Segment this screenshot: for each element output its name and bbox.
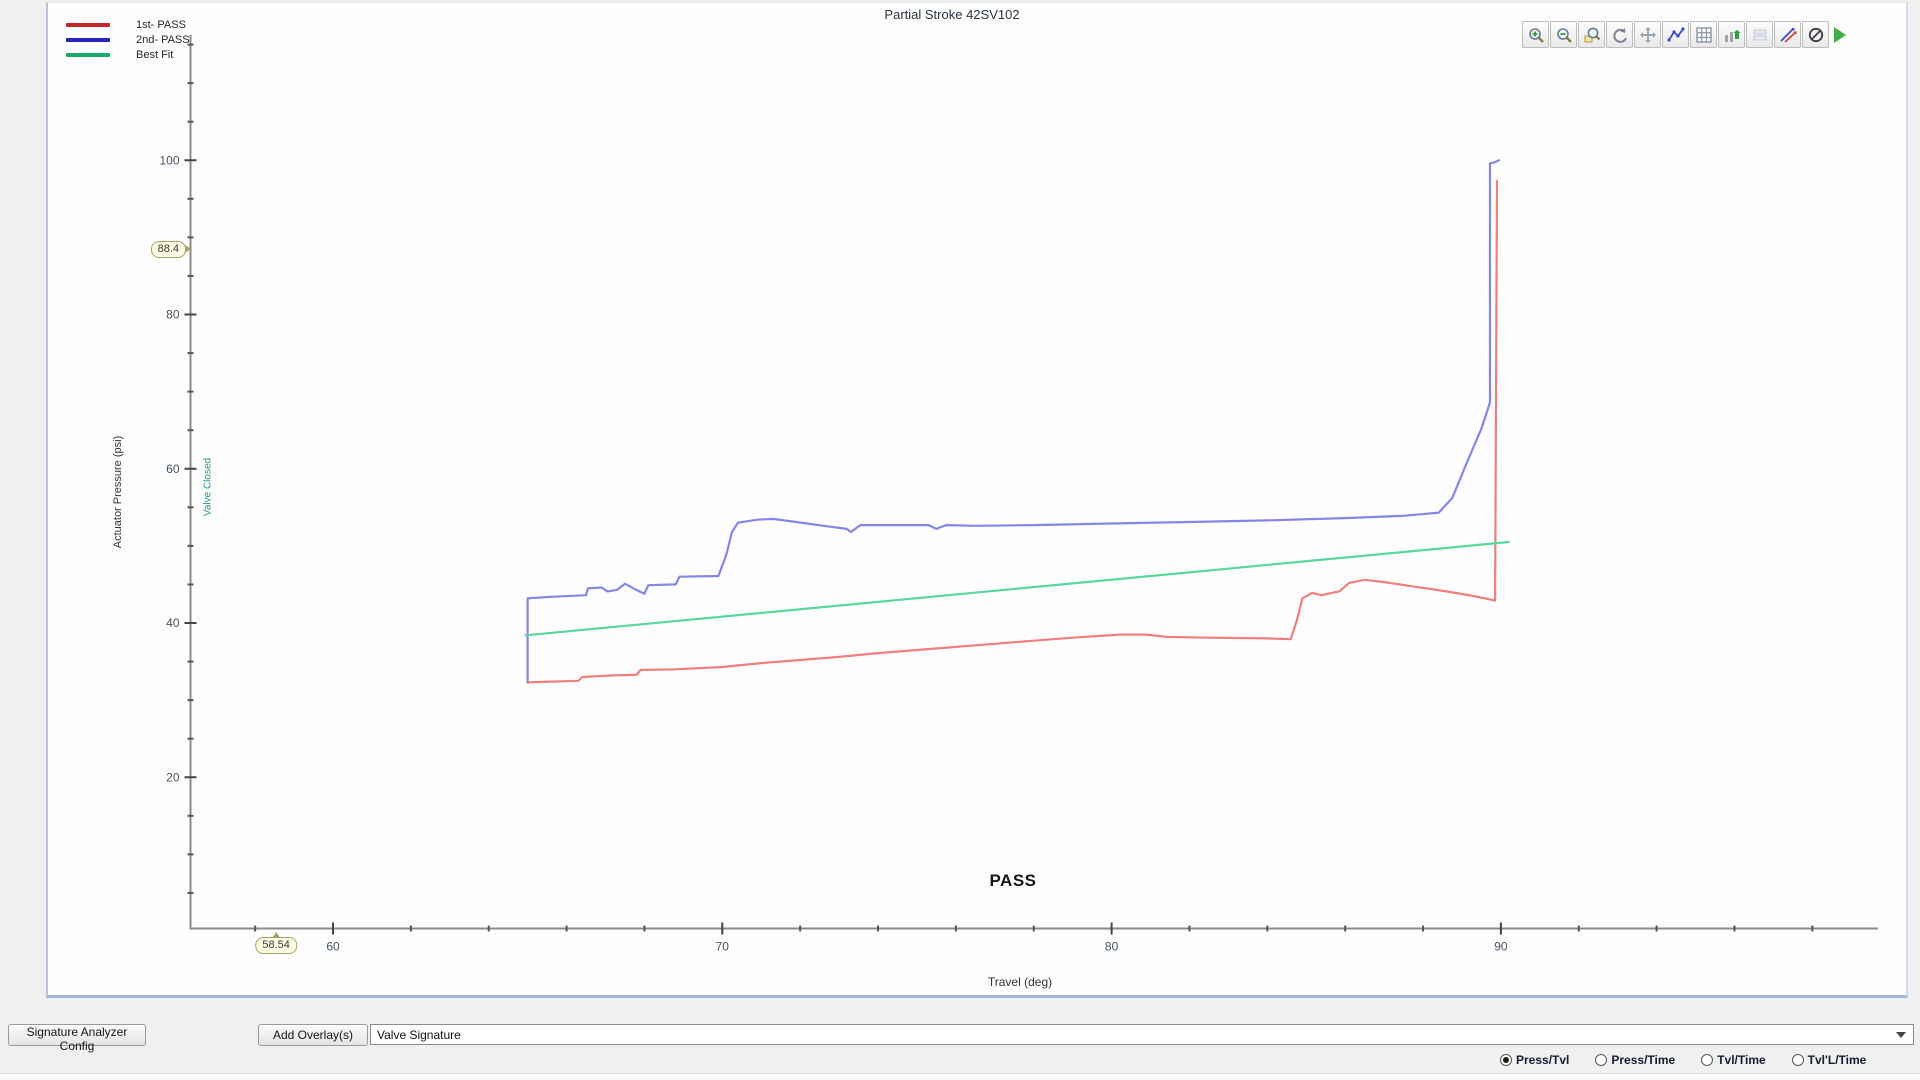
x-axis-title: Travel (deg)	[988, 975, 1052, 989]
status-strip	[0, 1073, 1920, 1080]
y-axis-title: Actuator Pressure (psi)	[112, 436, 124, 548]
radio-circle-tvll-time[interactable]	[1792, 1054, 1804, 1066]
signature-analyzer-config-button[interactable]: Signature Analyzer Config	[8, 1024, 146, 1046]
plot-mode-radio-group: Press/Tvl Press/Time Tvl/Time Tvl'L/Time	[1500, 1053, 1892, 1067]
radio-label-press-time: Press/Time	[1611, 1053, 1675, 1067]
overlay-type-dropdown[interactable]: Valve Signature	[370, 1024, 1914, 1045]
svg-text:20: 20	[166, 770, 180, 784]
svg-text:60: 60	[326, 940, 340, 954]
svg-text:100: 100	[159, 153, 179, 167]
svg-text:70: 70	[716, 940, 730, 954]
svg-text:40: 40	[166, 616, 180, 630]
app-window: { "window": { "bg": "#f0f0f0", "panel_bg…	[0, 0, 1920, 1080]
x-axis-marker-badge[interactable]: 58.54	[255, 937, 297, 954]
chevron-down-icon	[1896, 1032, 1906, 1038]
radio-press-tvl[interactable]: Press/Tvl	[1500, 1053, 1569, 1067]
svg-text:80: 80	[1105, 940, 1119, 954]
radio-circle-press-tvl[interactable]	[1500, 1054, 1512, 1066]
y-axis-marker-badge[interactable]: 88.4	[151, 241, 186, 258]
test-result-label: PASS	[989, 871, 1036, 891]
radio-label-tvl-time: Tvl/Time	[1717, 1053, 1765, 1067]
svg-text:80: 80	[166, 308, 180, 322]
radio-tvll-time[interactable]: Tvl'L/Time	[1792, 1053, 1867, 1067]
svg-text:90: 90	[1494, 940, 1508, 954]
radio-label-tvll-time: Tvl'L/Time	[1808, 1053, 1867, 1067]
overlay-type-value: Valve Signature	[371, 1028, 1896, 1042]
svg-text:60: 60	[166, 462, 180, 476]
footer-toolbar: Signature Analyzer Config Add Overlay(s)…	[0, 1024, 1920, 1048]
radio-circle-tvl-time[interactable]	[1701, 1054, 1713, 1066]
radio-press-time[interactable]: Press/Time	[1595, 1053, 1675, 1067]
radio-circle-press-time[interactable]	[1595, 1054, 1607, 1066]
plot-canvas: 60 70 80 90 20 40 60 80 100	[0, 0, 1920, 1010]
add-overlay-button[interactable]: Add Overlay(s)	[258, 1024, 368, 1046]
radio-label-press-tvl: Press/Tvl	[1516, 1053, 1569, 1067]
valve-closed-label: Valve Closed	[203, 458, 214, 516]
radio-tvl-time[interactable]: Tvl/Time	[1701, 1053, 1765, 1067]
